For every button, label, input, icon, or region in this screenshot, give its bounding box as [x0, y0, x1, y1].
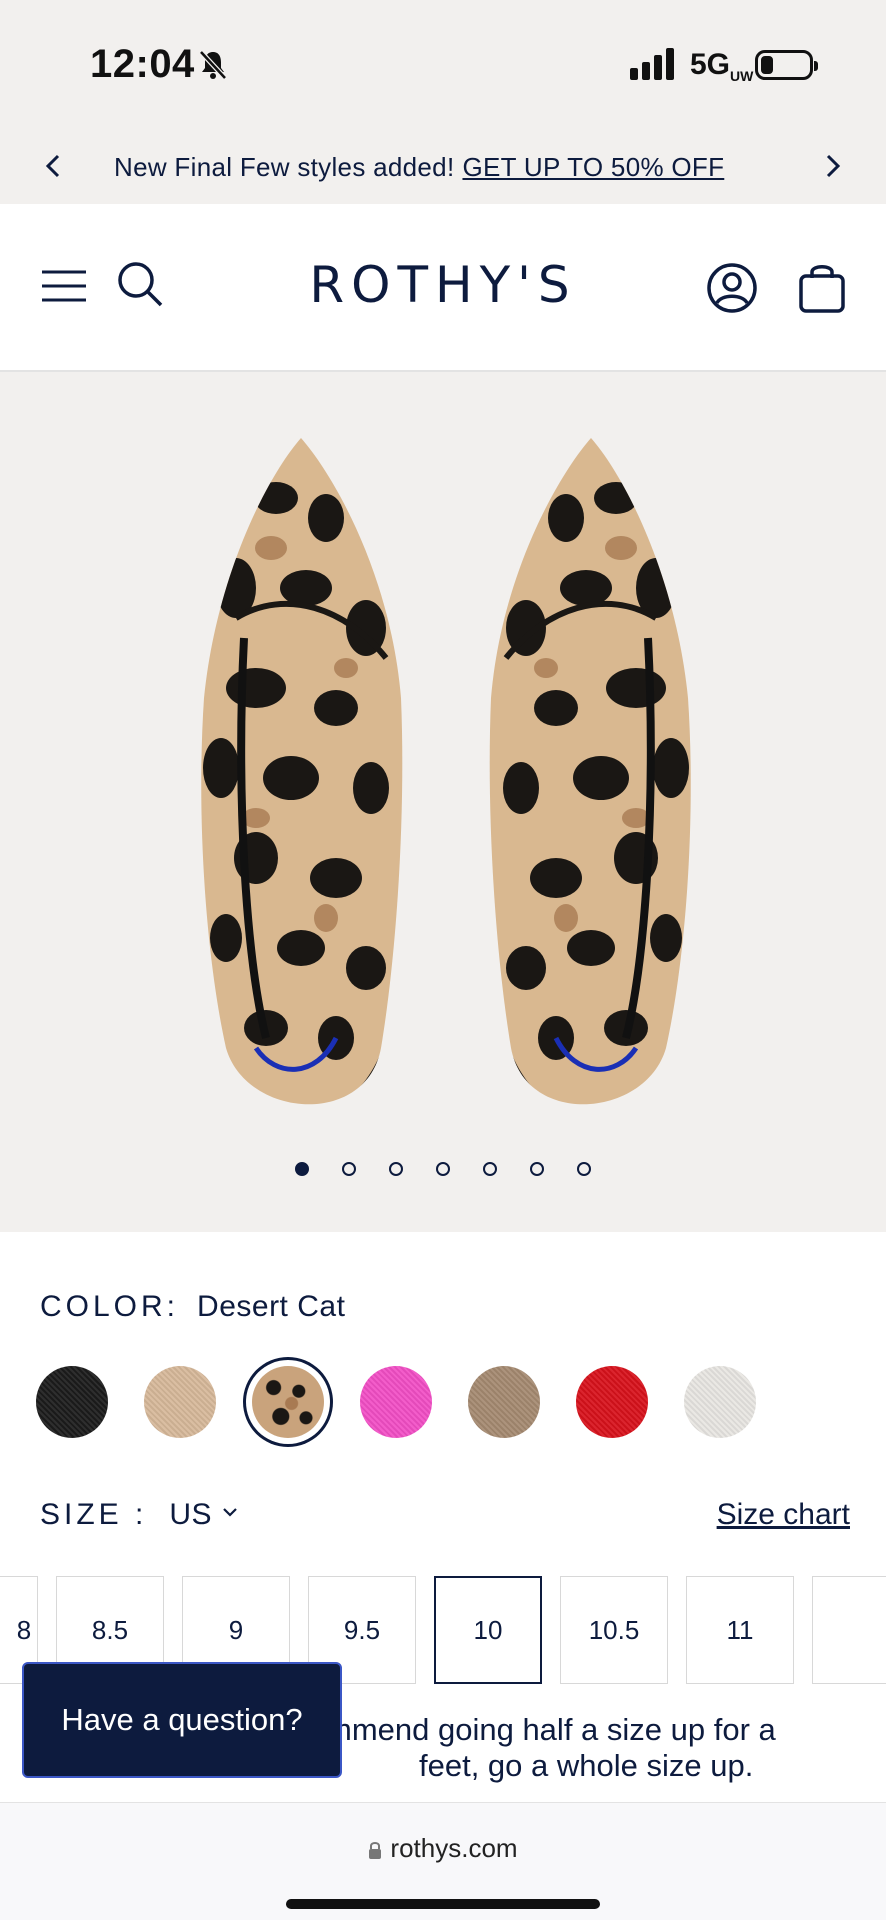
color-label: COLOR:: [40, 1290, 180, 1323]
size-option-label: 9: [228, 1614, 244, 1645]
size-option-label: 9.5: [343, 1614, 381, 1645]
gallery-dot[interactable]: [436, 1162, 450, 1176]
size-option[interactable]: 11: [686, 1576, 794, 1684]
gallery-dot[interactable]: [295, 1162, 309, 1176]
size-option[interactable]: 10.5: [560, 1576, 668, 1684]
color-value: Desert Cat: [197, 1290, 346, 1323]
signal-icon: [630, 48, 674, 80]
size-option-label: 10: [473, 1614, 503, 1645]
color-swatch-black[interactable]: [36, 1366, 108, 1438]
chevron-left-icon[interactable]: [34, 146, 74, 186]
gallery-dot[interactable]: [577, 1162, 591, 1176]
shopping-bag-icon[interactable]: [798, 260, 846, 314]
home-indicator[interactable]: [286, 1899, 600, 1909]
color-row: COLOR: Desert Cat: [40, 1290, 345, 1324]
size-chart-link[interactable]: Size chart: [717, 1498, 850, 1532]
size-unit-select[interactable]: US: [169, 1498, 238, 1531]
browser-url-bar[interactable]: rothys.com: [0, 1802, 886, 1920]
size-unit-value: US: [169, 1498, 213, 1531]
status-bar: 12:04 5GUW: [0, 0, 886, 130]
color-swatch-red[interactable]: [576, 1366, 648, 1438]
gallery-dot[interactable]: [483, 1162, 497, 1176]
size-label: SIZE :: [40, 1498, 148, 1531]
size-option-label: 10.5: [588, 1614, 640, 1645]
gallery-dot[interactable]: [530, 1162, 544, 1176]
color-swatch-taupe[interactable]: [468, 1366, 540, 1438]
size-option-label: 8.5: [91, 1614, 129, 1645]
url-display[interactable]: rothys.com: [0, 1833, 886, 1864]
product-gallery[interactable]: [0, 372, 886, 1232]
product-shoe-left-image: [201, 438, 403, 1105]
status-time: 12:04: [90, 42, 195, 86]
chevron-right-icon[interactable]: [812, 146, 852, 186]
size-option[interactable]: 10: [434, 1576, 542, 1684]
gallery-pagination: [0, 1162, 886, 1176]
gallery-dot[interactable]: [342, 1162, 356, 1176]
promo-link[interactable]: GET UP TO 50% OFF: [462, 152, 724, 182]
chevron-down-icon: [223, 1508, 237, 1517]
color-swatch-tan[interactable]: [144, 1366, 216, 1438]
promo-message: New Final Few styles added!: [114, 152, 455, 182]
promo-text: New Final Few styles added! GET UP TO 50%…: [114, 152, 724, 183]
size-row: SIZE : US Size chart: [40, 1498, 850, 1532]
product-shoe-right-image: [489, 438, 691, 1105]
size-option-label: 11: [726, 1614, 754, 1645]
color-swatch-desert-cat[interactable]: [252, 1366, 324, 1438]
size-option-partial[interactable]: [812, 1576, 886, 1684]
color-swatch-pink[interactable]: [360, 1366, 432, 1438]
have-a-question-button[interactable]: Have a question?: [22, 1662, 342, 1778]
lock-icon: [369, 1842, 382, 1859]
gallery-dot[interactable]: [389, 1162, 403, 1176]
battery-icon: [755, 50, 818, 80]
url-text: rothys.com: [390, 1833, 518, 1863]
account-icon[interactable]: [706, 262, 758, 314]
silent-bell-icon: [199, 50, 227, 80]
color-swatches: [36, 1366, 756, 1438]
network-type: 5GUW: [690, 48, 754, 84]
promo-bar: New Final Few styles added! GET UP TO 50%…: [0, 130, 886, 204]
site-header: ROTHY'S: [0, 204, 886, 372]
size-option-label: 8: [16, 1614, 32, 1645]
color-swatch-white[interactable]: [684, 1366, 756, 1438]
